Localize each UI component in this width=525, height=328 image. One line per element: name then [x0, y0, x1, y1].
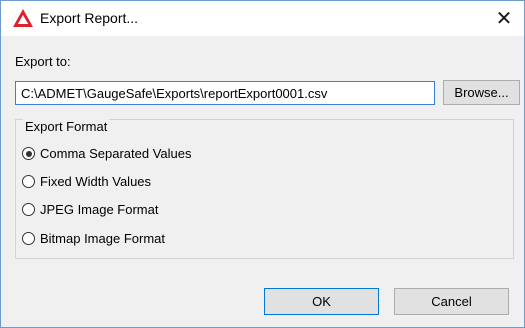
- radio-bitmap[interactable]: Bitmap Image Format: [22, 231, 165, 246]
- radio-comma-separated[interactable]: Comma Separated Values: [22, 146, 192, 161]
- title-bar: Export Report... ✕: [1, 1, 524, 36]
- radio-button[interactable]: [22, 203, 35, 216]
- radio-button[interactable]: [22, 147, 35, 160]
- warning-triangle-icon: [12, 8, 34, 28]
- radio-button[interactable]: [22, 232, 35, 245]
- radio-fixed-width[interactable]: Fixed Width Values: [22, 174, 151, 189]
- radio-label: Fixed Width Values: [40, 174, 152, 189]
- browse-button[interactable]: Browse...: [443, 80, 520, 105]
- radio-jpeg[interactable]: JPEG Image Format: [22, 202, 158, 217]
- radio-label: Comma Separated Values: [40, 146, 192, 161]
- close-icon: ✕: [495, 8, 513, 30]
- radio-button[interactable]: [22, 175, 35, 188]
- cancel-button[interactable]: Cancel: [394, 288, 509, 315]
- export-report-dialog: Export Report... ✕ Export to: Browse... …: [0, 0, 525, 328]
- close-button[interactable]: ✕: [484, 1, 524, 36]
- radio-label: Bitmap Image Format: [40, 231, 165, 246]
- ok-button[interactable]: OK: [264, 288, 379, 315]
- window-title: Export Report...: [40, 10, 139, 26]
- export-format-title: Export Format: [23, 119, 110, 134]
- radio-label: JPEG Image Format: [40, 202, 159, 217]
- export-to-label: Export to:: [15, 54, 71, 69]
- export-path-input[interactable]: [15, 81, 435, 105]
